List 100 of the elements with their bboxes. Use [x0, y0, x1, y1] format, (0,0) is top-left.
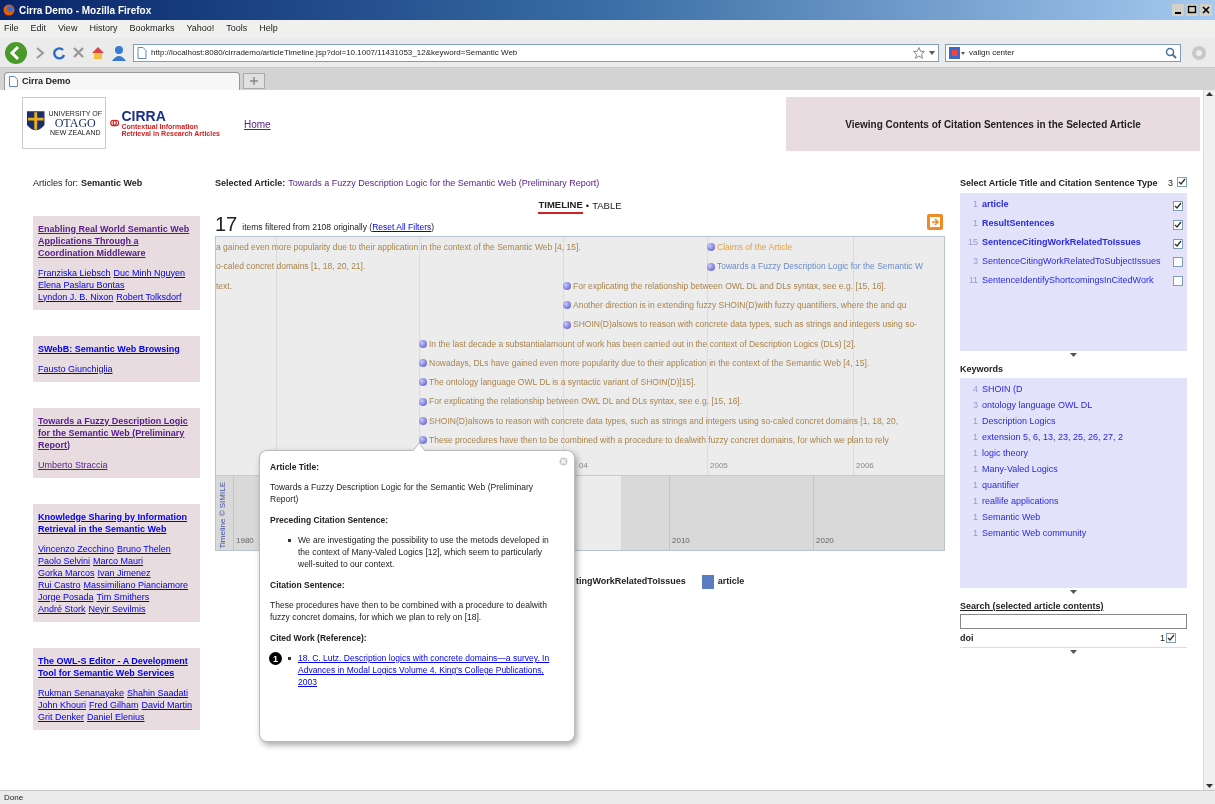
menu-item[interactable]: Edit — [30, 22, 47, 36]
author-link[interactable]: Paolo Selvini — [38, 554, 91, 567]
author-link[interactable]: Tim Smithers — [96, 590, 150, 603]
reload-icon[interactable] — [52, 45, 66, 60]
browser-tab[interactable]: Cirra Demo — [4, 72, 240, 90]
author-link[interactable]: John Khouri — [38, 698, 87, 711]
author-link[interactable]: Fausto Giunchiglia — [38, 362, 113, 375]
facet-item[interactable]: SentenceCitingWorkRelatedToSubjectIssues — [982, 252, 1169, 269]
article-title-link[interactable]: SWebB: Semantic Web Browsing — [38, 342, 195, 355]
article-title-link[interactable]: Towards a Fuzzy Description Logic for the Semantic Web (Preliminary Report) — [38, 414, 195, 451]
item-count: 1 — [972, 463, 978, 476]
author-link[interactable]: Elena Paslaru Bontas — [38, 278, 125, 291]
facet-item[interactable]: Semantic Web — [982, 509, 1183, 525]
export-icon[interactable] — [927, 214, 943, 230]
author-link[interactable]: Massimiliano Pianciamore — [83, 578, 189, 591]
author-link[interactable]: Rui Castro — [38, 578, 81, 591]
checkbox[interactable] — [1173, 275, 1183, 286]
author-link[interactable]: Rukman Senanayake — [38, 686, 125, 699]
facet-item[interactable]: article — [982, 195, 1169, 212]
search-icon[interactable] — [1165, 46, 1177, 59]
maximize-icon[interactable] — [1186, 4, 1198, 16]
person-icon[interactable] — [111, 44, 127, 61]
author-link[interactable]: Daniel Elenius — [87, 710, 145, 723]
author-link[interactable]: Marco Mauri — [93, 554, 144, 567]
author-link[interactable]: Robert Tolksdorf — [116, 290, 182, 303]
article-title-link[interactable]: Enabling Real World Semantic Web Applications Through a Coordination Middleware — [38, 222, 195, 259]
checkbox[interactable] — [1173, 256, 1183, 267]
selected-article-label: Selected Article: — [215, 177, 286, 191]
checkbox[interactable] — [1173, 238, 1183, 249]
author-link[interactable]: Bruno Thelen — [116, 542, 171, 555]
facet-item[interactable]: reallife applications — [982, 493, 1183, 509]
scrollbar[interactable] — [1203, 90, 1215, 790]
article-title-link[interactable]: The OWL-S Editor - A Development Tool for Semantic Web Services — [38, 654, 195, 679]
filter-text: ) — [431, 221, 435, 234]
address-field[interactable]: http://localhost:8080/cirrademo/articleTimeline.jsp?doi=10.1007/11431053_12&keyword=Semantic Web — [133, 43, 939, 62]
facet-item[interactable]: ontology language OWL DL — [982, 397, 1183, 413]
item-count: 1 — [972, 527, 978, 540]
menu-item[interactable]: Tools — [226, 22, 248, 36]
tick-label: 2020 — [816, 535, 834, 547]
dropdown-icon[interactable] — [929, 50, 935, 55]
menu-item[interactable]: Help — [259, 22, 278, 36]
item-count: 1 — [972, 495, 978, 508]
stop-icon[interactable] — [72, 46, 85, 59]
facet-item[interactable]: SentenceCitingWorkRelatedToIssues — [982, 233, 1169, 250]
facet-item[interactable]: SHOIN (D — [982, 381, 1183, 397]
author-link[interactable]: Grit Denker — [38, 710, 84, 723]
checkbox[interactable] — [1177, 177, 1187, 187]
view-tab[interactable]: TABLE — [592, 198, 622, 214]
author-link[interactable]: Shahin Saadati — [127, 686, 189, 699]
checkbox[interactable] — [1166, 633, 1176, 644]
facet-item[interactable]: ResultSentences — [982, 214, 1169, 231]
facet-item[interactable]: SentenceIdentifyShortcomingsInCitedWork — [982, 271, 1169, 288]
menu-item[interactable]: History — [89, 22, 118, 36]
up-arrow-icon — [1204, 90, 1215, 98]
author-link[interactable]: Gorka Marcos — [38, 566, 95, 579]
item-count: 1 — [972, 431, 978, 444]
view-tab[interactable]: TIMELINE — [538, 197, 583, 215]
star-icon[interactable] — [913, 46, 925, 59]
author-link[interactable]: David Martin — [141, 698, 193, 711]
menu-item[interactable]: Bookmarks — [129, 22, 175, 36]
minimize-icon[interactable] — [1172, 4, 1184, 16]
facet-item[interactable]: Semantic Web community — [982, 525, 1183, 541]
separator: • — [585, 198, 590, 213]
item-count: 1 — [972, 479, 978, 492]
author-link[interactable]: Fred Gilham — [89, 698, 139, 711]
author-link[interactable]: Franziska Liebsch — [38, 266, 111, 279]
callout-marker: 1 — [269, 652, 282, 665]
page-icon — [9, 76, 18, 87]
author-link[interactable]: Umberto Straccia — [38, 458, 108, 471]
new-tab-icon[interactable] — [243, 73, 265, 89]
facet-item[interactable]: Many-Valed Logics — [982, 461, 1183, 477]
item-count: 1 — [972, 415, 978, 428]
item-count: 1 — [972, 511, 978, 524]
checkbox[interactable] — [1173, 219, 1183, 230]
item-count: 15 — [967, 235, 978, 249]
author-link[interactable]: Vincenzo Zecchino — [38, 542, 114, 555]
menu-item[interactable]: View — [58, 22, 78, 36]
menu-item[interactable]: Yahoo! — [186, 22, 215, 36]
article-title-link[interactable]: Knowledge Sharing by Information Retrieval in the Semantic Web — [38, 510, 195, 535]
home-link[interactable]: Home — [244, 117, 271, 132]
forward-icon[interactable] — [34, 44, 46, 61]
section-text: These procedures have then to be combined with a procedure to dealwith fuzzy concret domains, for which we plan to rely on [18]. — [270, 599, 548, 623]
reference-link[interactable]: 18. C. Lutz. Description logics with concrete domains—a survey. In Advances in Modal Logics Volume 4. King's College Publications, 2003 — [298, 652, 552, 688]
author-link[interactable]: Jorge Posada — [38, 590, 94, 603]
facet-item[interactable]: quantifier — [982, 477, 1183, 493]
search-input[interactable] — [960, 613, 1187, 629]
facet-item[interactable]: Description Logics — [982, 413, 1183, 429]
author-link[interactable]: Ivan Jimenez — [97, 566, 151, 579]
menu-item[interactable]: File — [4, 22, 19, 36]
facet-item[interactable]: logic theory — [982, 445, 1183, 461]
search-field[interactable]: valign center — [945, 43, 1181, 62]
home-icon[interactable] — [91, 45, 105, 60]
author-link[interactable]: Duc Minh Nguyen — [113, 266, 186, 279]
checkbox[interactable] — [1173, 200, 1183, 211]
back-icon[interactable] — [4, 40, 28, 65]
author-link[interactable]: Lyndon J. B. Nixon — [38, 290, 114, 303]
close-icon[interactable] — [1200, 4, 1212, 16]
author-link[interactable]: Neyir Sevilmis — [88, 602, 146, 615]
author-link[interactable]: André Stork — [38, 602, 86, 615]
facet-item[interactable]: extension 5, 6, 13, 23, 25, 26, 27, 2 — [982, 429, 1183, 445]
